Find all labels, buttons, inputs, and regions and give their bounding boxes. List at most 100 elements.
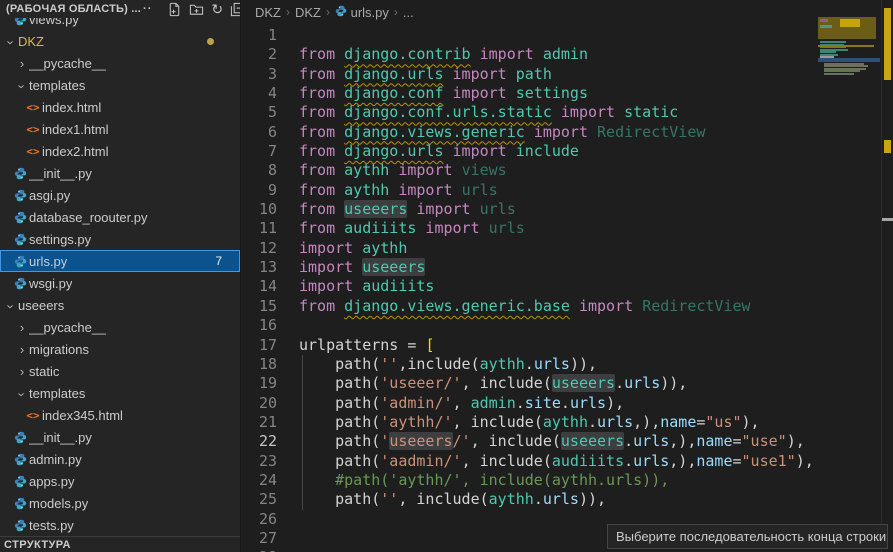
tree-folder-useeers[interactable]: ›useeers [0, 294, 240, 316]
code-line-19[interactable]: 19 path('useeer/', include(useeers.urls)… [241, 374, 893, 393]
line-number: 11 [241, 219, 277, 238]
code-line-13[interactable]: 13import useeers [241, 258, 893, 277]
code-line-20[interactable]: 20 path('admin/', admin.site.urls), [241, 394, 893, 413]
code-line-12[interactable]: 12import aythh [241, 239, 893, 258]
tree-file-index2-html[interactable]: <>index2.html [0, 140, 240, 162]
tree-file-admin-py[interactable]: admin.py [0, 448, 240, 470]
refresh-icon[interactable]: ↻ [211, 2, 223, 16]
outline-section-header[interactable]: СТРУКТУРА [0, 536, 240, 552]
code-line-14[interactable]: 14import audiiits [241, 277, 893, 296]
line-number: 15 [241, 297, 277, 316]
line-number: 1 [241, 26, 277, 45]
code-line-2[interactable]: 2from django.contrib import admin [241, 45, 893, 64]
tree-item-label: index345.html [42, 408, 123, 423]
workspace-section-header[interactable]: (РАБОЧАЯ ОБЛАСТЬ) ... ·· ↻ [0, 0, 240, 18]
breadcrumb-separator: › [326, 5, 330, 19]
code-line-1[interactable]: 1 [241, 26, 893, 45]
line-number: 13 [241, 258, 277, 277]
tree-file-apps-py[interactable]: apps.py [0, 470, 240, 492]
warning-marker [884, 140, 891, 153]
new-file-icon[interactable] [167, 2, 182, 17]
code-line-7[interactable]: 7from django.urls import include [241, 142, 893, 161]
tree-item-label: tests.py [29, 518, 74, 533]
code-line-11[interactable]: 11from audiiits import urls [241, 219, 893, 238]
tree-file-views-py[interactable]: views.py [0, 18, 240, 30]
tree-file--init-py[interactable]: __init__.py [0, 162, 240, 184]
code-line-4[interactable]: 4from django.conf import settings [241, 84, 893, 103]
explorer-sidebar: (РАБОЧАЯ ОБЛАСТЬ) ... ·· ↻ [0, 0, 241, 552]
tree-file-index1-html[interactable]: <>index1.html [0, 118, 240, 140]
code-line-6[interactable]: 6from django.views.generic import Redire… [241, 123, 893, 142]
html-file-icon: <> [26, 101, 39, 114]
tree-folder-dkz[interactable]: ›DKZ [0, 30, 240, 52]
minimap-line [840, 19, 860, 27]
minimap-line [824, 73, 854, 75]
tree-file--init-py[interactable]: __init__.py [0, 426, 240, 448]
minimap[interactable] [818, 14, 880, 104]
code-line-18[interactable]: 18 path('',include(aythh.urls)), [241, 355, 893, 374]
line-number: 12 [241, 239, 277, 258]
code-line-10[interactable]: 10from useeers import urls [241, 200, 893, 219]
tree-item-label: __pycache__ [29, 320, 106, 335]
code-line-21[interactable]: 21 path('aythh/', include(aythh.urls,),n… [241, 413, 893, 432]
code-line-16[interactable]: 16 [241, 316, 893, 335]
tree-folder-migrations[interactable]: ›migrations [0, 338, 240, 360]
tree-file-settings-py[interactable]: settings.py [0, 228, 240, 250]
code-line-25[interactable]: 25 path('', include(aythh.urls)), [241, 490, 893, 509]
html-file-icon: <> [26, 409, 39, 422]
line-number: 26 [241, 510, 277, 529]
line-number: 4 [241, 84, 277, 103]
breadcrumb-item[interactable]: urls.py [335, 5, 389, 20]
tree-folder-static[interactable]: ›static [0, 360, 240, 382]
new-folder-icon[interactable] [189, 2, 204, 17]
tree-folder--pycache-[interactable]: ›__pycache__ [0, 316, 240, 338]
tree-folder--pycache-[interactable]: ›__pycache__ [0, 52, 240, 74]
tree-file-asgi-py[interactable]: asgi.py [0, 184, 240, 206]
collapse-all-icon[interactable] [230, 2, 241, 17]
overview-ruler[interactable] [882, 0, 893, 552]
tree-item-label: apps.py [29, 474, 75, 489]
code-line-17[interactable]: 17urlpatterns = [ [241, 336, 893, 355]
tree-file-database-roouter-py[interactable]: database_roouter.py [0, 206, 240, 228]
minimap-line [818, 45, 874, 48]
line-number: 17 [241, 336, 277, 355]
code-area[interactable]: 12from django.contrib import admin3from … [241, 26, 893, 552]
code-line-9[interactable]: 9from aythh import urls [241, 181, 893, 200]
chevron-down-icon: › [15, 79, 30, 93]
minimap-line [818, 58, 880, 63]
tree-file-index345-html[interactable]: <>index345.html [0, 404, 240, 426]
line-number: 28 [241, 548, 277, 552]
python-icon [14, 453, 27, 466]
line-number: 10 [241, 200, 277, 219]
tree-folder-templates[interactable]: ›templates [0, 74, 240, 96]
code-line-15[interactable]: 15from django.views.generic.base import … [241, 297, 893, 316]
code-line-23[interactable]: 23 path('aadmin/', include(audiiits.urls… [241, 452, 893, 471]
line-number: 14 [241, 277, 277, 296]
tree-folder-templates[interactable]: ›templates [0, 382, 240, 404]
tree-file-wsgi-py[interactable]: wsgi.py [0, 272, 240, 294]
tree-file-models-py[interactable]: models.py [0, 492, 240, 514]
code-line-8[interactable]: 8from aythh import views [241, 161, 893, 180]
breadcrumb: DKZ›DKZ› urls.py›... [241, 0, 893, 24]
tree-file-index-html[interactable]: <>index.html [0, 96, 240, 118]
code-line-3[interactable]: 3from django.urls import path [241, 65, 893, 84]
more-actions-icon[interactable]: ·· [143, 3, 152, 15]
line-number: 22 [241, 432, 277, 451]
tree-file-urls-py[interactable]: urls.py7 [0, 250, 240, 272]
line-number: 9 [241, 181, 277, 200]
breadcrumb-item[interactable]: DKZ [255, 5, 281, 20]
breadcrumb-item[interactable]: ... [403, 5, 414, 20]
line-number: 23 [241, 452, 277, 471]
tooltip-text: Выберите последовательность конца строки [616, 529, 886, 544]
line-number: 25 [241, 490, 277, 509]
chevron-down-icon: › [15, 387, 30, 401]
tree-item-label: views.py [29, 18, 79, 27]
code-line-22[interactable]: 22 path('useeers/', include(useeers.urls… [241, 432, 893, 451]
code-line-5[interactable]: 5from django.conf.urls.static import sta… [241, 103, 893, 122]
tree-item-label: useeers [18, 298, 64, 313]
chevron-right-icon: › [15, 320, 29, 335]
tree-file-tests-py[interactable]: tests.py [0, 514, 240, 536]
line-number: 2 [241, 45, 277, 64]
code-line-24[interactable]: 24 #path('aythh/', include(aythh.urls)), [241, 471, 893, 490]
breadcrumb-item[interactable]: DKZ [295, 5, 321, 20]
